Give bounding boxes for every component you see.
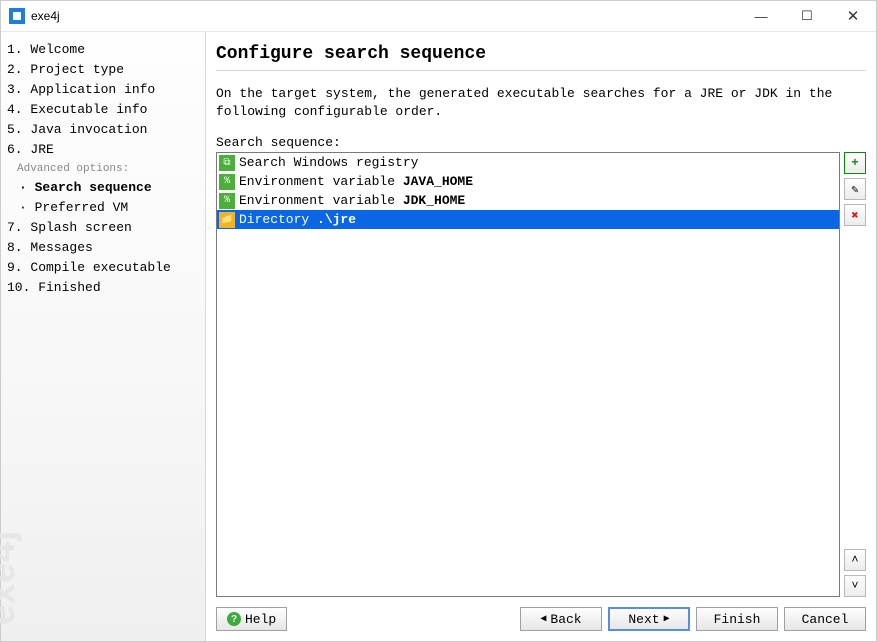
step-java-invocation[interactable]: 5. Java invocation [7, 120, 197, 140]
substep-preferred-vm[interactable]: · Preferred VM [7, 198, 197, 218]
reg-icon: ⧉ [219, 155, 235, 171]
cancel-button[interactable]: Cancel [784, 607, 866, 631]
add-button[interactable]: + [844, 152, 866, 174]
maximize-button[interactable]: ☐ [784, 1, 830, 31]
list-item[interactable]: ⧉ Search Windows registry [217, 153, 839, 172]
env-icon: % [219, 174, 235, 190]
back-button[interactable]: ◀ Back [520, 607, 602, 631]
finish-button[interactable]: Finish [696, 607, 778, 631]
main-panel: Configure search sequence On the target … [206, 32, 876, 641]
step-finished[interactable]: 10. Finished [7, 278, 197, 298]
step-splash-screen[interactable]: 7. Splash screen [7, 218, 197, 238]
list-item[interactable]: % Environment variable JDK_HOME [217, 191, 839, 210]
window-controls: — ☐ ✕ [738, 1, 876, 31]
search-sequence-list[interactable]: ⧉ Search Windows registry% Environment var… [216, 152, 840, 597]
next-label: Next [628, 612, 659, 627]
step-application-info[interactable]: 3. Application info [7, 80, 197, 100]
step-welcome[interactable]: 1. Welcome [7, 40, 197, 60]
move-up-button[interactable]: ˄ [844, 549, 866, 571]
list-item-label: Directory .\jre [239, 212, 356, 227]
next-button[interactable]: Next ▶ [608, 607, 690, 631]
step-executable-info[interactable]: 4. Executable info [7, 100, 197, 120]
help-icon: ? [227, 612, 241, 626]
substep-search-sequence[interactable]: · Search sequence [7, 178, 197, 198]
step-compile-executable[interactable]: 9. Compile executable [7, 258, 197, 278]
close-button[interactable]: ✕ [830, 1, 876, 31]
step-project-type[interactable]: 2. Project type [7, 60, 197, 80]
step-messages[interactable]: 8. Messages [7, 238, 197, 258]
triangle-right-icon: ▶ [664, 613, 670, 625]
env-icon: % [219, 193, 235, 209]
page-heading: Configure search sequence [216, 44, 866, 71]
cancel-label: Cancel [802, 612, 849, 627]
help-label: Help [245, 612, 276, 627]
window-title: exe4j [31, 9, 738, 23]
minimize-button[interactable]: — [738, 1, 784, 31]
dir-icon: 📁 [219, 212, 235, 228]
wizard-sidebar: 1. Welcome 2. Project type 3. Applicatio… [1, 32, 206, 641]
finish-label: Finish [714, 612, 761, 627]
delete-button[interactable]: ✖ [844, 204, 866, 226]
list-toolbar: + ✎ ✖ ˄ ˅ [844, 152, 866, 597]
titlebar: exe4j — ☐ ✕ [1, 1, 876, 32]
advanced-options-label: Advanced options: [7, 160, 197, 178]
list-label: Search sequence: [216, 135, 866, 150]
watermark: exe4j [0, 530, 23, 625]
help-button[interactable]: ? Help [216, 607, 287, 631]
step-jre[interactable]: 6. JRE [7, 140, 197, 160]
move-down-button[interactable]: ˅ [844, 575, 866, 597]
footer: ? Help ◀ Back Next ▶ Finish Cancel [216, 597, 866, 631]
page-description: On the target system, the generated exec… [216, 85, 866, 121]
app-icon [9, 8, 25, 24]
triangle-left-icon: ◀ [540, 613, 546, 625]
edit-button[interactable]: ✎ [844, 178, 866, 200]
list-item[interactable]: 📁 Directory .\jre [217, 210, 839, 229]
list-item-label: Environment variable JAVA_HOME [239, 174, 473, 189]
list-item-label: Environment variable JDK_HOME [239, 193, 465, 208]
back-label: Back [550, 612, 581, 627]
list-item-label: Search Windows registry [239, 155, 418, 170]
list-item[interactable]: % Environment variable JAVA_HOME [217, 172, 839, 191]
